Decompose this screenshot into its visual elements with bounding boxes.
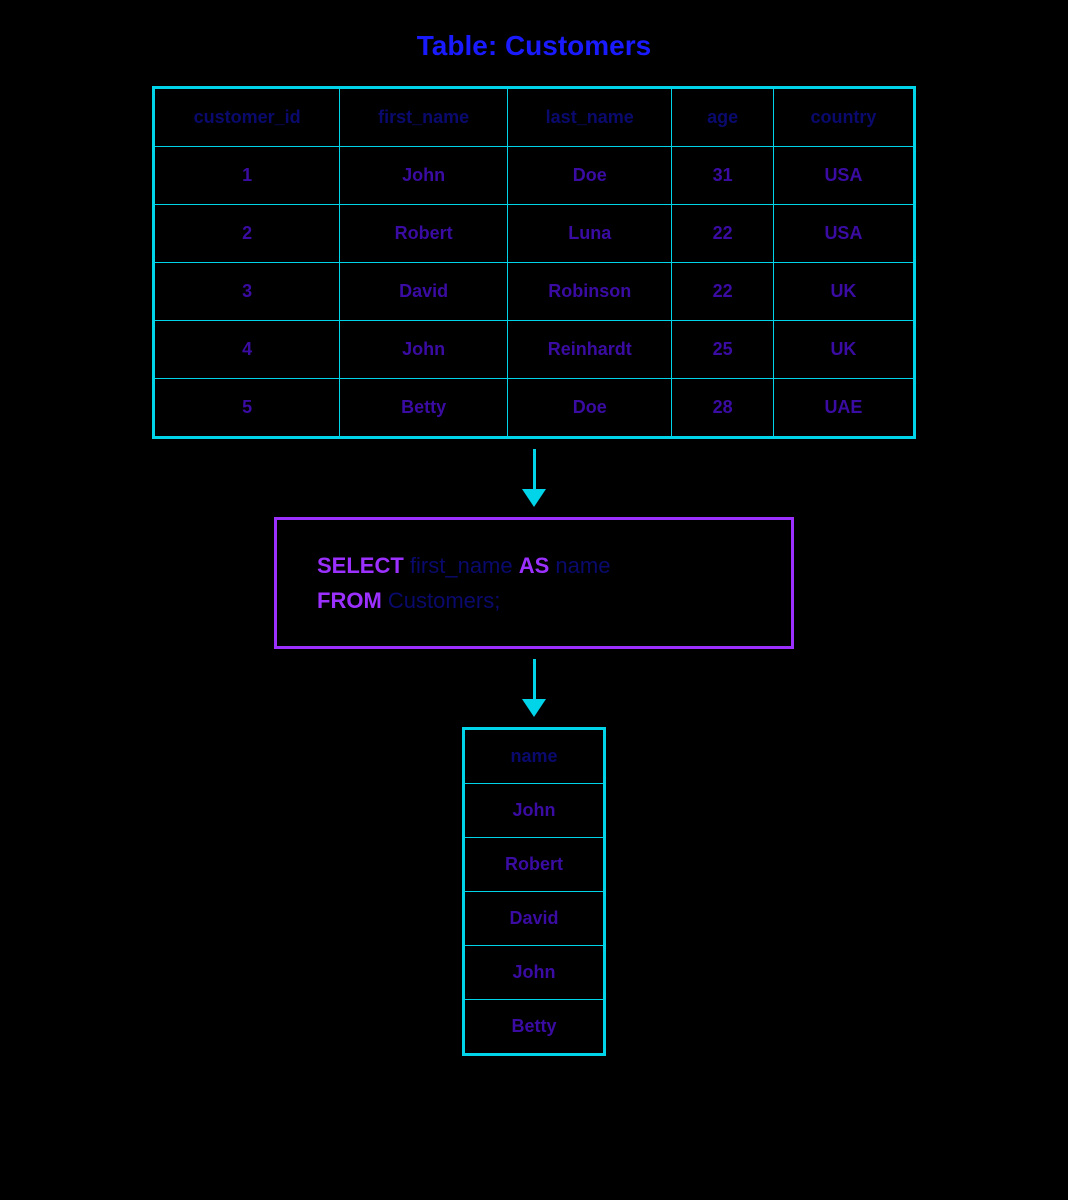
table-cell-3-4: UK bbox=[773, 321, 913, 379]
col-header-age: age bbox=[672, 89, 773, 147]
result-table: name JohnRobertDavidJohnBetty bbox=[464, 729, 604, 1054]
table-cell-1-1: Robert bbox=[340, 205, 508, 263]
arrow-line-1 bbox=[533, 449, 536, 489]
result-cell-4: Betty bbox=[465, 1000, 604, 1054]
result-cell-2: David bbox=[465, 892, 604, 946]
table-row: 1JohnDoe31USA bbox=[155, 147, 914, 205]
arrow-line-2 bbox=[533, 659, 536, 699]
table-cell-4-1: Betty bbox=[340, 379, 508, 437]
sql-select-field: first_name bbox=[404, 553, 519, 578]
table-cell-3-1: John bbox=[340, 321, 508, 379]
table-cell-1-3: 22 bbox=[672, 205, 773, 263]
table-cell-3-3: 25 bbox=[672, 321, 773, 379]
col-header-country: country bbox=[773, 89, 913, 147]
result-row: John bbox=[465, 946, 604, 1000]
table-cell-3-0: 4 bbox=[155, 321, 340, 379]
col-header-last-name: last_name bbox=[508, 89, 672, 147]
table-cell-4-3: 28 bbox=[672, 379, 773, 437]
arrow-head-1 bbox=[522, 489, 546, 507]
table-row: 2RobertLuna22USA bbox=[155, 205, 914, 263]
result-row: John bbox=[465, 784, 604, 838]
result-row: Robert bbox=[465, 838, 604, 892]
table-cell-2-1: David bbox=[340, 263, 508, 321]
customers-table: customer_id first_name last_name age cou… bbox=[154, 88, 914, 437]
sql-box: SELECT first_name AS name FROM Customers… bbox=[274, 517, 794, 649]
table-cell-3-2: Reinhardt bbox=[508, 321, 672, 379]
table-cell-0-1: John bbox=[340, 147, 508, 205]
arrow-2 bbox=[522, 659, 546, 717]
sql-as-keyword: AS bbox=[519, 553, 550, 578]
col-header-customer-id: customer_id bbox=[155, 89, 340, 147]
table-cell-4-2: Doe bbox=[508, 379, 672, 437]
result-header-row: name bbox=[465, 730, 604, 784]
sql-line-2: FROM Customers; bbox=[317, 583, 751, 618]
table-cell-4-4: UAE bbox=[773, 379, 913, 437]
arrow-head-2 bbox=[522, 699, 546, 717]
table-header-row: customer_id first_name last_name age cou… bbox=[155, 89, 914, 147]
arrow-1 bbox=[522, 449, 546, 507]
sql-as-alias: name bbox=[549, 553, 610, 578]
result-row: Betty bbox=[465, 1000, 604, 1054]
result-col-header-name: name bbox=[465, 730, 604, 784]
table-row: 3DavidRobinson22UK bbox=[155, 263, 914, 321]
customers-table-wrapper: customer_id first_name last_name age cou… bbox=[152, 86, 916, 439]
sql-from-table: Customers; bbox=[382, 588, 501, 613]
sql-from-keyword: FROM bbox=[317, 588, 382, 613]
result-table-wrapper: name JohnRobertDavidJohnBetty bbox=[462, 727, 606, 1056]
table-cell-2-3: 22 bbox=[672, 263, 773, 321]
table-cell-0-4: USA bbox=[773, 147, 913, 205]
table-cell-1-0: 2 bbox=[155, 205, 340, 263]
result-cell-0: John bbox=[465, 784, 604, 838]
result-cell-1: Robert bbox=[465, 838, 604, 892]
sql-select-keyword: SELECT bbox=[317, 553, 404, 578]
result-cell-3: John bbox=[465, 946, 604, 1000]
table-cell-2-0: 3 bbox=[155, 263, 340, 321]
table-cell-4-0: 5 bbox=[155, 379, 340, 437]
table-row: 4JohnReinhardt25UK bbox=[155, 321, 914, 379]
table-cell-1-2: Luna bbox=[508, 205, 672, 263]
sql-line-1: SELECT first_name AS name bbox=[317, 548, 751, 583]
result-row: David bbox=[465, 892, 604, 946]
table-cell-1-4: USA bbox=[773, 205, 913, 263]
table-cell-0-0: 1 bbox=[155, 147, 340, 205]
main-container: Table: Customers customer_id first_name … bbox=[0, 30, 1068, 1056]
table-cell-0-3: 31 bbox=[672, 147, 773, 205]
table-cell-0-2: Doe bbox=[508, 147, 672, 205]
col-header-first-name: first_name bbox=[340, 89, 508, 147]
table-cell-2-2: Robinson bbox=[508, 263, 672, 321]
table-row: 5BettyDoe28UAE bbox=[155, 379, 914, 437]
page-title: Table: Customers bbox=[417, 30, 651, 62]
table-cell-2-4: UK bbox=[773, 263, 913, 321]
